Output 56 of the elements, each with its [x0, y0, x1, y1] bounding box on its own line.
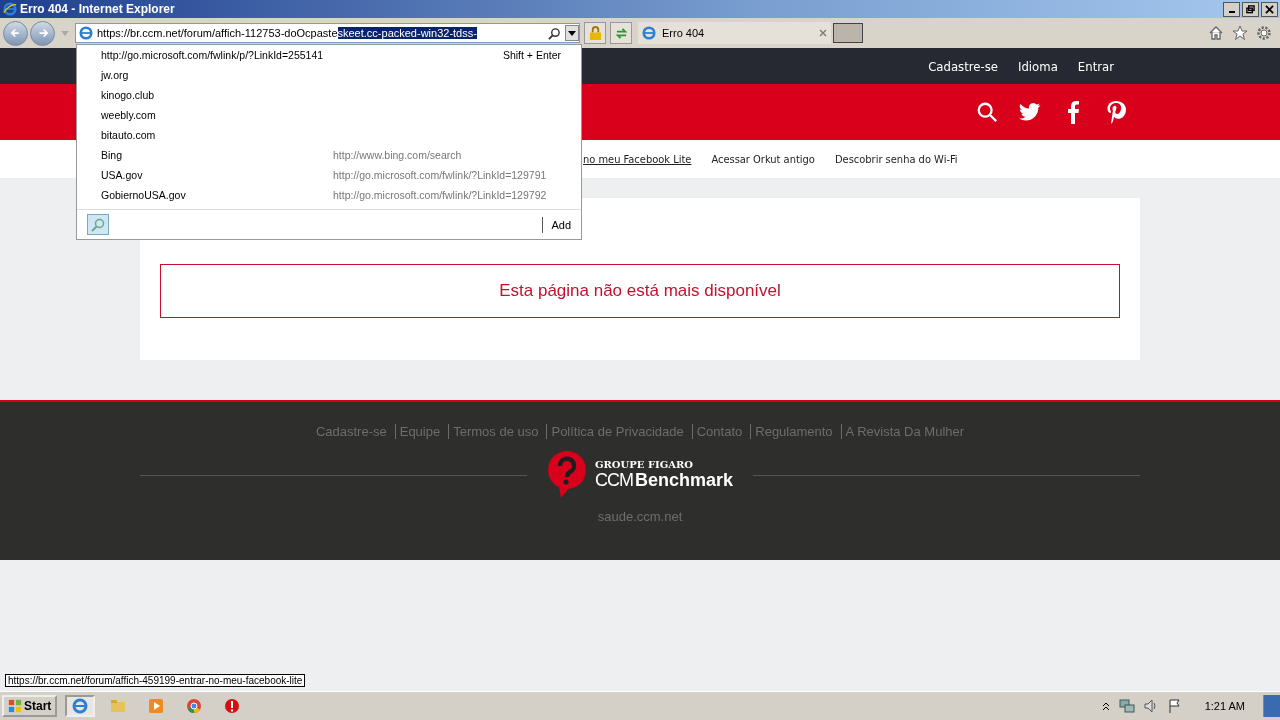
nav-link[interactable]: Acessar Orkut antigo [711, 152, 815, 166]
minimize-icon [1228, 11, 1235, 13]
suggestion-item[interactable]: GobiernoUSA.gov http://go.microsoft.com/fwlink/?LinkId=129792 [77, 185, 581, 205]
suggestion-item[interactable]: bitauto.com [77, 125, 581, 145]
flag-icon[interactable] [1166, 698, 1183, 714]
close-icon [1265, 4, 1274, 14]
site-name: saude.ccm.net [597, 509, 683, 524]
refresh-button[interactable] [610, 22, 632, 44]
suggestion-item[interactable]: http://go.microsoft.com/fwlink/p/?LinkId=255141 Shift + Enter [77, 45, 581, 65]
close-button[interactable] [1261, 1, 1278, 17]
dropdown-button[interactable] [565, 25, 579, 41]
lock-icon [588, 25, 602, 41]
speaker-icon[interactable] [1142, 698, 1159, 714]
suggestion-item[interactable]: kinogo.club [77, 85, 581, 105]
browser-logo-icon [79, 26, 93, 40]
restore-icon [1246, 4, 1255, 14]
address-field[interactable]: https://br.ccm.net/forum/affich-112753-doOcpasteskeet.cc-packed-win32-tdss- [75, 23, 580, 43]
network-icon[interactable] [1118, 698, 1135, 714]
window-title: Erro 404 - Internet Explorer [20, 2, 175, 16]
nav-link[interactable]: Descobrir senha do Wi-Fi [834, 152, 958, 166]
pin-icon[interactable] [1105, 100, 1127, 124]
header-link[interactable]: Idioma [1018, 58, 1058, 74]
minimize-button[interactable] [1223, 1, 1240, 17]
taskbar-browser-icon[interactable] [65, 695, 96, 717]
url-text: https://br.ccm.net/forum/affich-112753-doOcpasteskeet.cc-packed-win32-tdss- [97, 27, 478, 39]
star-icon[interactable] [1232, 25, 1248, 41]
windows-logo-icon [8, 699, 22, 713]
home-icon[interactable] [1208, 25, 1224, 41]
browser-logo-icon [3, 2, 17, 16]
lock-button[interactable] [584, 22, 606, 44]
chevron-up-icon[interactable] [1100, 701, 1111, 711]
settings-icon[interactable] [1256, 25, 1272, 41]
browser-tab[interactable]: Erro 404 [638, 22, 831, 44]
close-icon[interactable] [819, 29, 827, 37]
header-link[interactable]: Cadastre-se [928, 58, 998, 74]
status-tooltip: https://br.ccm.net/forum/affich-459199-entrar-no-meu-facebook-lite [5, 674, 306, 687]
search-icon [91, 217, 105, 232]
browser-logo-icon [642, 26, 656, 40]
forward-button[interactable] [30, 20, 55, 46]
caret-icon [568, 30, 576, 36]
search-icon[interactable] [548, 26, 561, 40]
error-message: Esta página não está mais disponível [499, 281, 781, 301]
arrows-icon [614, 26, 628, 40]
new-tab-button[interactable] [833, 23, 863, 43]
clock: 1:21 AM [1204, 700, 1245, 712]
suggestion-item[interactable]: USA.gov http://go.microsoft.com/fwlink/?LinkId=129791 [77, 165, 581, 185]
company-logo[interactable]: GROUPE FIGARO CCMBenchmark [547, 451, 734, 499]
suggestion-item[interactable]: Bing http://www.bing.com/search [77, 145, 581, 165]
suggestion-item[interactable]: jw.org [77, 65, 581, 85]
nav-link[interactable]: no meu Facebook Lite [583, 152, 692, 166]
header-link[interactable]: Entrar [1077, 58, 1114, 74]
restore-button[interactable] [1242, 1, 1259, 17]
add-button[interactable]: Add [542, 216, 571, 233]
back-button[interactable] [3, 20, 28, 46]
suggestion-item[interactable]: weebly.com [77, 105, 581, 125]
start-button[interactable]: Start [2, 695, 58, 717]
